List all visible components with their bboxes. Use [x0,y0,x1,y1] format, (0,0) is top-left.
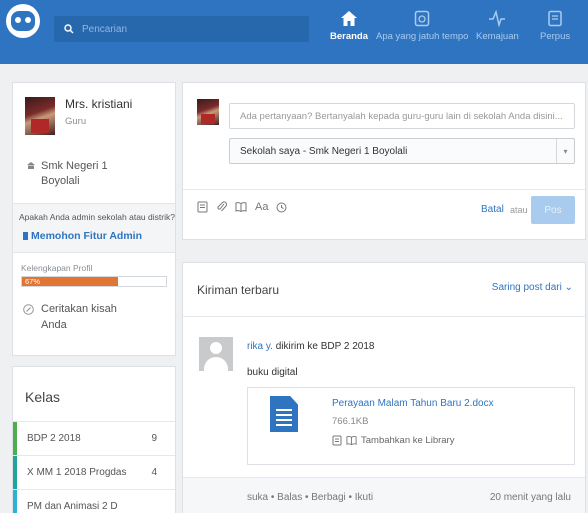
recent-posts-feed: Kiriman terbaru Saring post dari ⌄ rika … [182,262,586,513]
calendar-icon [414,10,430,27]
class-color-bar [13,422,17,455]
class-color-bar [13,456,17,489]
admin-question: Apakah Anda admin sekolah atau distrik? [19,212,175,222]
or-text: atau [510,205,528,215]
school-name-line2: Boyolali [41,175,80,187]
attachment-card[interactable]: Perayaan Malam Tahun Baru 2.docx 766.1KB… [247,387,575,465]
post-button[interactable]: Pos [531,196,575,224]
feed-title: Kiriman terbaru [197,283,280,297]
progress-icon [489,10,506,27]
school-icon [27,162,35,169]
nav-library[interactable]: Perpus [540,10,570,42]
class-count: 9 [151,433,157,444]
post-actions[interactable]: suka • Balas • Berbagi • Ikuti [247,492,373,503]
attachment-icon[interactable] [216,201,227,213]
request-admin-link[interactable]: Memohon Fitur Admin [22,230,142,242]
nav-due-label: Apa yang jatuh tempo [376,31,469,42]
story-line2: Anda [41,319,67,331]
post-actions-bar: suka • Balas • Berbagi • Ikuti 20 menit … [183,477,585,513]
nav-progress-label: Kemajuan [476,31,519,42]
nav-due[interactable]: Apa yang jatuh tempo [376,10,468,42]
add-to-library-label: Tambahkan ke Library [361,435,455,446]
home-icon [341,11,357,26]
pencil-circle-icon [23,304,34,315]
tell-your-story-link[interactable]: Ceritakan kisah Anda [23,301,117,333]
classes-card: Kelas BDP 2 2018 9 X MM 1 2018 Progdas 4… [12,366,176,513]
class-item[interactable]: BDP 2 2018 9 [13,421,175,455]
school-link[interactable]: Smk Negeri 1 Boyolali [27,159,108,189]
attachment-size: 766.1KB [332,416,369,427]
filter-posts-dropdown[interactable]: Saring post dari ⌄ [492,282,573,293]
profile-card: Mrs. kristiani Guru Smk Negeri 1 Boyolal… [12,82,176,356]
recipient-select[interactable]: Sekolah saya - Smk Negeri 1 Boyolali ▾ [229,138,575,164]
post-meta: rika y. dikirim ke BDP 2 2018 [247,341,374,352]
post-timestamp: 20 menit yang lalu [489,492,571,503]
chevron-down-icon: ⌄ [564,282,573,293]
class-color-bar [13,490,17,513]
search-input[interactable] [82,23,282,35]
note-icon [332,435,342,446]
profile-completion-bar: 67% [21,276,167,287]
recipient-selected: Sekolah saya - Smk Negeri 1 Boyolali [240,145,408,157]
class-name: BDP 2 2018 [27,433,81,444]
composer-toolbar: Aa [197,201,287,213]
note-icon[interactable] [197,201,208,213]
class-count: 4 [151,467,157,478]
library-icon [548,10,562,27]
story-line1: Ceritakan kisah [41,303,117,315]
post-author[interactable]: rika y. [247,341,273,352]
chevron-down-icon: ▾ [556,139,574,163]
nav-library-label: Perpus [540,31,571,42]
search-box[interactable] [54,16,309,42]
profile-name[interactable]: Mrs. kristiani [65,97,132,111]
post-body: buku digital [247,367,298,378]
school-name-line1: Smk Negeri 1 [41,160,108,172]
attachment-name[interactable]: Perayaan Malam Tahun Baru 2.docx [332,398,494,409]
document-icon [270,396,298,432]
filter-label: Saring post dari [491,282,562,293]
post-recipient[interactable]: dikirim ke BDP 2 2018 [276,341,375,352]
classes-title: Kelas [25,389,61,405]
profile-completion-text: 67% [25,277,41,286]
nav-progress[interactable]: Kemajuan [476,10,519,42]
cancel-link[interactable]: Batal [481,204,504,215]
composer-avatar [197,99,219,125]
edmodo-logo-icon[interactable] [6,4,40,38]
post-composer: Ada pertanyaan? Bertanyalah kepada guru-… [182,82,586,240]
class-name: PM dan Animasi 2 D [27,501,118,512]
post-author-avatar[interactable] [199,337,233,371]
text-format-icon[interactable]: Aa [255,201,268,213]
search-icon [64,24,74,34]
profile-role: Guru [65,116,87,127]
profile-completion-label: Kelengkapan Profil [21,263,93,273]
library-book-icon [346,436,357,446]
class-item[interactable]: PM dan Animasi 2 D [13,489,175,513]
library-book-icon[interactable] [235,201,247,213]
add-to-library-link[interactable]: Tambahkan ke Library [332,435,454,446]
composer-divider [183,189,585,190]
class-name: X MM 1 2018 Progdas [27,467,127,478]
question-input[interactable]: Ada pertanyaan? Bertanyalah kepada guru-… [229,103,575,129]
nav-beranda[interactable]: Beranda [330,10,368,42]
admin-request-box: Apakah Anda admin sekolah atau distrik? … [13,203,175,253]
avatar[interactable] [25,97,55,135]
feed-header: Kiriman terbaru Saring post dari ⌄ [183,263,585,317]
class-item[interactable]: X MM 1 2018 Progdas 4 [13,455,175,489]
top-navigation-bar: Beranda Apa yang jatuh tempo Kemajuan Pe… [0,0,588,64]
clock-icon[interactable] [276,202,287,213]
nav-beranda-label: Beranda [330,31,369,42]
